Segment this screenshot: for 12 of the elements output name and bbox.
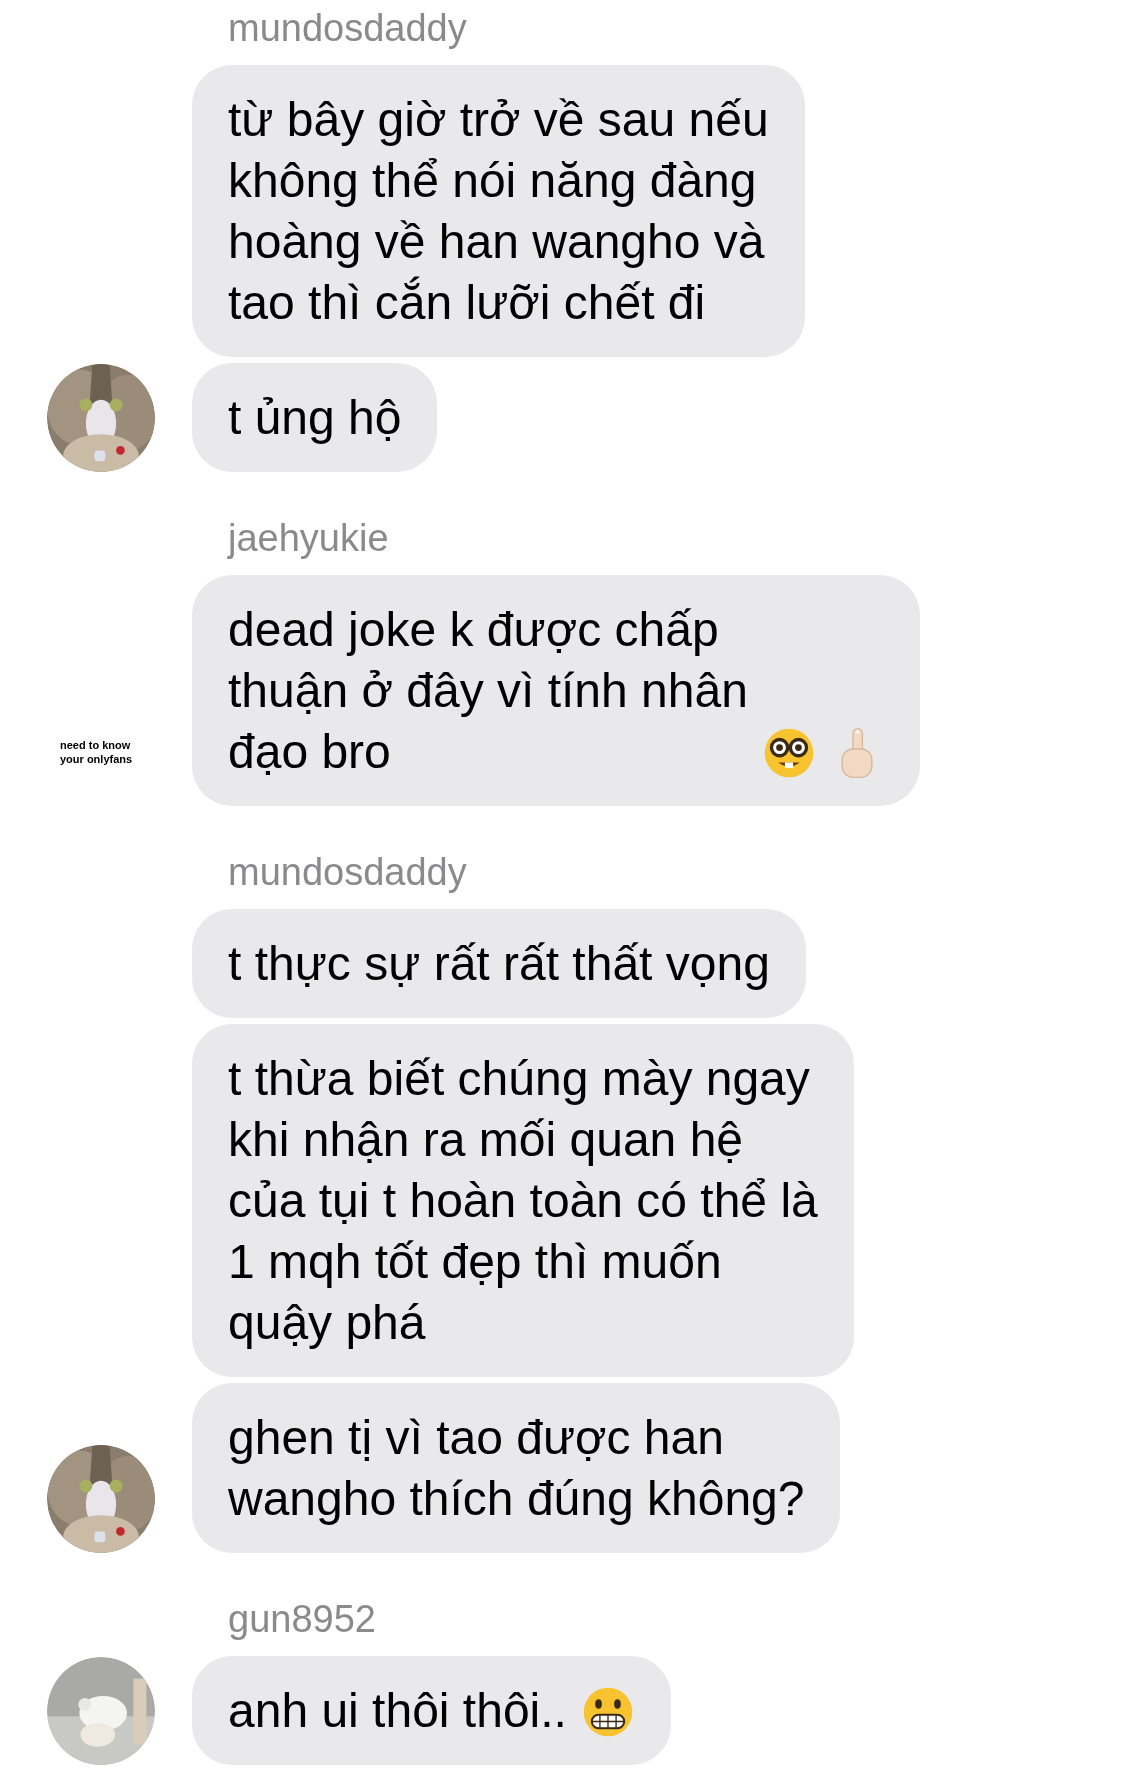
message-text: t thừa biết chúng mày ngay khi nhận ra mối quan hệ của tụi t hoàn toàn có thể là 1 mqh tốt đẹp thì muốn quậy phá: [228, 1051, 818, 1351]
message-text: từ bây giờ trở về sau nếu không thể nói năng đàng hoàng về han wangho và tao thì cắn lưỡi chết đi: [228, 92, 769, 331]
message-text: t ủng hộ: [228, 390, 402, 446]
message-text: t thực sự rất rất thất vọng: [228, 936, 770, 992]
sender-name: jaehyukie: [228, 515, 389, 561]
message-text: dead joke k được chấp thuận ở đây vì tính nhân đạo bro: [228, 602, 748, 780]
sender-name: gun8952: [228, 1596, 376, 1642]
sender-name: mundosdaddy: [228, 5, 467, 51]
message-text: ghen tị vì tao được han wangho thích đúng không?: [228, 1410, 805, 1527]
message-text: anh ui thôi thôi..: [228, 1683, 567, 1739]
avatar-caption: need to know your onlyfans: [60, 738, 134, 766]
sender-name: mundosdaddy: [228, 849, 467, 895]
